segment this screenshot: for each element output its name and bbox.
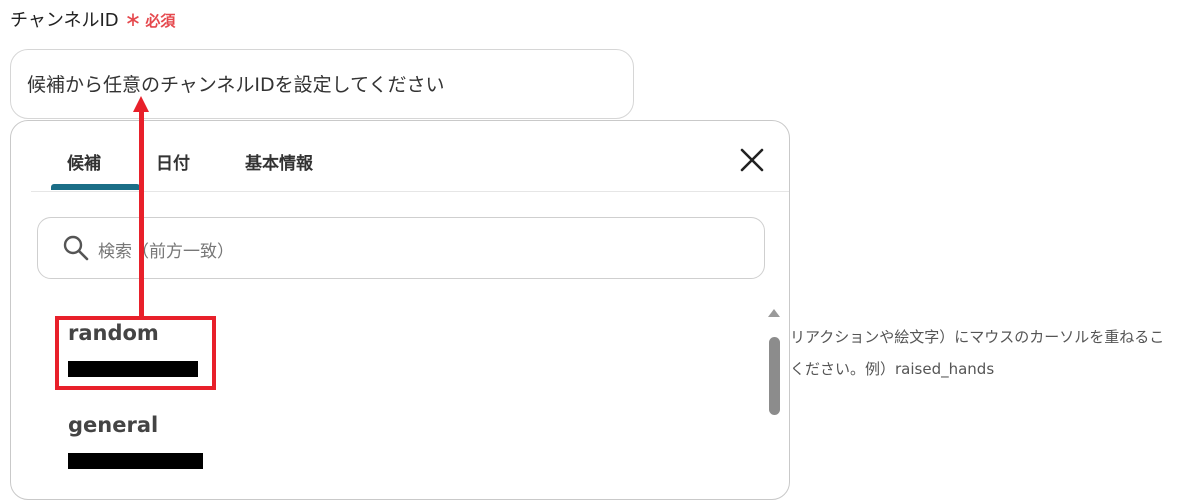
help-text-line-2: ください。例）raised_hands: [790, 360, 995, 378]
channel-id-input-placeholder: 候補から任意のチャンネルIDを設定してください: [27, 74, 445, 96]
scrollbar-thumb[interactable]: [769, 337, 780, 415]
popover-tabs: 候補 日付 基本情報: [31, 121, 789, 192]
redacted-channel-id: [68, 453, 203, 469]
annotation-arrow-head: [133, 96, 149, 112]
required-asterisk: ∗: [124, 7, 142, 31]
annotation-arrow-line: [139, 110, 144, 318]
scroll-up-arrow[interactable]: [768, 309, 780, 317]
suggestion-popover: 候補 日付 基本情報 検索（前方一致） random general: [10, 120, 790, 500]
close-icon[interactable]: [737, 145, 767, 175]
field-label: チャンネルID ∗ 必須: [10, 6, 175, 32]
tab-basic-info[interactable]: 基本情報: [245, 149, 313, 174]
channel-name: general: [68, 413, 159, 437]
search-input[interactable]: 検索（前方一致）: [37, 217, 765, 279]
search-icon: [62, 234, 90, 262]
field-label-text: チャンネルID: [10, 10, 119, 31]
annotation-highlight-box: [55, 316, 216, 390]
required-badge: 必須: [145, 12, 176, 30]
tab-candidates[interactable]: 候補: [67, 149, 101, 174]
channel-id-input[interactable]: 候補から任意のチャンネルIDを設定してください: [10, 49, 634, 119]
list-item-general[interactable]: general: [68, 413, 203, 469]
tab-date[interactable]: 日付: [156, 149, 190, 174]
search-placeholder: 検索（前方一致）: [98, 242, 234, 262]
help-text-line-1: リアクションや絵文字）にマウスのカーソルを重ねるこ: [790, 328, 1165, 346]
active-tab-indicator: [51, 184, 140, 190]
